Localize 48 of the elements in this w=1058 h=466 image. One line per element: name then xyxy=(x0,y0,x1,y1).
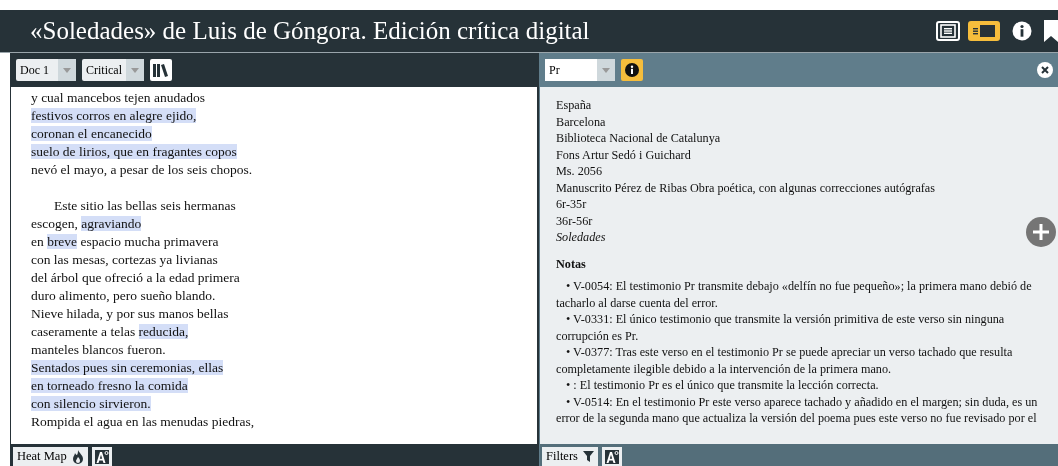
caret-icon xyxy=(63,67,71,73)
verse-line: con las mesas, cortezas ya livianas xyxy=(31,251,218,269)
verse-line: y cual mancebos tejen anudados xyxy=(31,89,205,107)
verse-line: del árbol que ofreció a la edad primera xyxy=(31,269,240,287)
verse-line: en breve espacio mucha primavera xyxy=(31,233,219,251)
flame-icon xyxy=(71,449,84,464)
parallel-view-button[interactable] xyxy=(968,21,1000,41)
metadata-line: 6r-35r xyxy=(556,196,587,213)
bookmark-icon[interactable] xyxy=(1044,20,1058,42)
note-item: • V-0331: El único testimonio que transmite la versión primitiva de este verso sin ninguna corrupción es Pr. xyxy=(556,311,1006,344)
page-title: «Soledades» de Luis de Góngora. Edición crítica digital xyxy=(30,17,590,45)
verse-line: manteles blancos fueron. xyxy=(31,341,166,359)
note-item: • V-0054: El testimonio Pr transmite debajo «delfín no fue pequeño»; la primera mano debió de tacharlo al darse cuenta del error. xyxy=(556,278,1033,311)
notes-heading: Notas xyxy=(556,255,586,272)
metadata-line: Fons Artur Sedó i Guichard xyxy=(556,146,691,163)
verse-line: escogen, agraviando xyxy=(31,215,142,233)
close-icon[interactable] xyxy=(1037,62,1053,78)
caret-icon xyxy=(602,67,610,73)
library-button[interactable] xyxy=(150,59,172,81)
verse-line: Rompida el agua en las menudas piedras, xyxy=(31,413,255,431)
add-icon[interactable] xyxy=(1026,217,1056,247)
info-icon[interactable] xyxy=(1012,21,1032,41)
metadata-line: España xyxy=(556,97,592,114)
verse-line: nevó el mayo, a pesar de los seis chopos. xyxy=(31,161,253,179)
heat-map-button[interactable]: Heat Map xyxy=(13,447,88,466)
note-item: • V-0377: Tras este verso en el testimonio Pr se puede apreciar un verso tachado que resulta completamente ilegible debido a la intervención de la primera mano. xyxy=(556,344,1014,377)
font-size-button[interactable] xyxy=(91,447,112,466)
metadata-line: 36r-56r xyxy=(556,212,593,229)
note-item: • V-0514: En el testimonio Pr este verso aparece tachado y añadido en el margen; sin duda, es un error de la segunda mano que actualiza la versión del poema pues este verso no fue revisado por el xyxy=(556,393,1039,427)
filters-button[interactable]: Filters xyxy=(542,447,598,466)
document-select[interactable]: Doc 1 xyxy=(16,59,76,81)
font-size-button[interactable] xyxy=(601,447,622,466)
metadata-line: Soledades xyxy=(556,229,606,246)
verse-line: Este sitio las bellas seis hermanas xyxy=(53,197,236,215)
edition-select[interactable]: Critical xyxy=(82,59,144,81)
single-view-button[interactable] xyxy=(936,21,960,41)
note-item: • : El testimonio Pr es el único que transmite la lección correcta. xyxy=(565,377,880,394)
filter-icon xyxy=(582,451,594,462)
metadata-line: Ms. 2056 xyxy=(556,163,603,180)
verse-line: caseramente a telas reducida, xyxy=(31,323,189,341)
metadata-line: Manuscrito Pérez de Ribas Obra poética, con algunas correcciones autógrafas xyxy=(556,179,935,196)
caret-icon xyxy=(131,67,139,73)
metadata-line: Barcelona xyxy=(556,113,606,130)
witness-select[interactable]: Pr xyxy=(545,59,615,81)
verse-line: Nieve hilada, y por sus manos bellas xyxy=(31,305,229,323)
metadata-line: Biblioteca Nacional de Catalunya xyxy=(556,130,721,147)
info-button[interactable] xyxy=(621,59,643,81)
verse-line: duro alimento, pero sueño blando. xyxy=(31,287,216,305)
